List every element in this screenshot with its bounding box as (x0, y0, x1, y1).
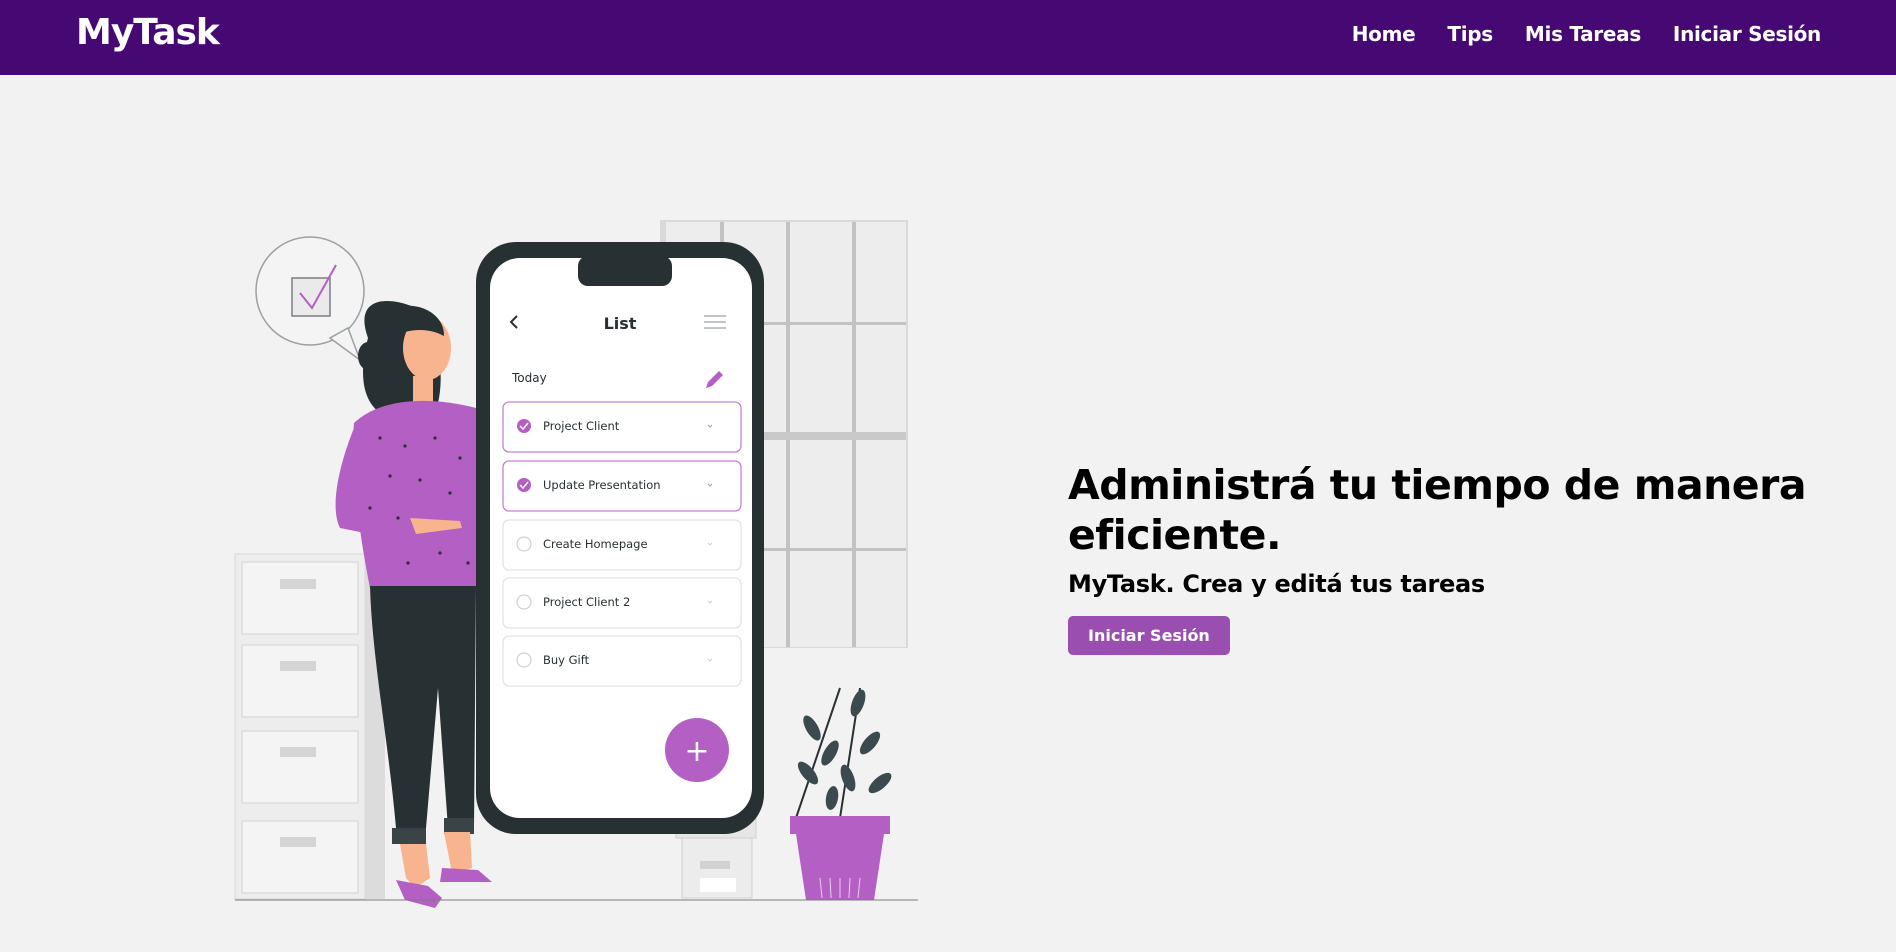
file-cabinet-illustration (234, 553, 385, 900)
phone-section-label: Today (511, 371, 547, 385)
brand-logo[interactable]: MyTask (76, 12, 220, 53)
task-label: Create Homepage (543, 537, 648, 551)
task-row: Buy Gift (502, 635, 742, 687)
navbar: MyTask Home Tips Mis Tareas Iniciar Sesi… (0, 0, 1896, 75)
hero-text: Administrá tu tiempo de manera eficiente… (1068, 460, 1858, 655)
task-row: Project Client 2 (502, 577, 742, 629)
plus-icon: + (665, 718, 729, 782)
task-label: Project Client (543, 419, 620, 433)
task-label: Update Presentation (543, 478, 661, 492)
hero-title: Administrá tu tiempo de manera eficiente… (1068, 461, 1807, 559)
task-row: Update Presentation (502, 460, 742, 512)
hero-subtitle: MyTask. Crea y editá tus tareas (1068, 570, 1485, 598)
checkbox-speech-bubble-icon (255, 236, 365, 363)
phone-title: List (604, 314, 637, 333)
add-symbol: + (684, 734, 709, 769)
phone-illustration: List Today Project Client Update Present… (476, 242, 764, 834)
hero-illustration-svg: List Today Project Client Update Present… (234, 220, 918, 908)
task-row: Project Client (502, 401, 742, 453)
nav-links: Home Tips Mis Tareas Iniciar Sesión (1352, 22, 1822, 46)
nav-tips[interactable]: Tips (1447, 22, 1493, 46)
nav-mis-tareas[interactable]: Mis Tareas (1525, 22, 1641, 46)
task-row: Create Homepage (502, 519, 742, 571)
nav-iniciar-sesion[interactable]: Iniciar Sesión (1673, 22, 1821, 46)
plant-illustration (790, 687, 892, 900)
hero-illustration: List Today Project Client Update Present… (230, 218, 920, 938)
iniciar-sesion-button[interactable]: Iniciar Sesión (1068, 616, 1230, 655)
nav-home[interactable]: Home (1352, 22, 1416, 46)
task-label: Project Client 2 (543, 595, 630, 609)
task-label: Buy Gift (543, 653, 590, 667)
